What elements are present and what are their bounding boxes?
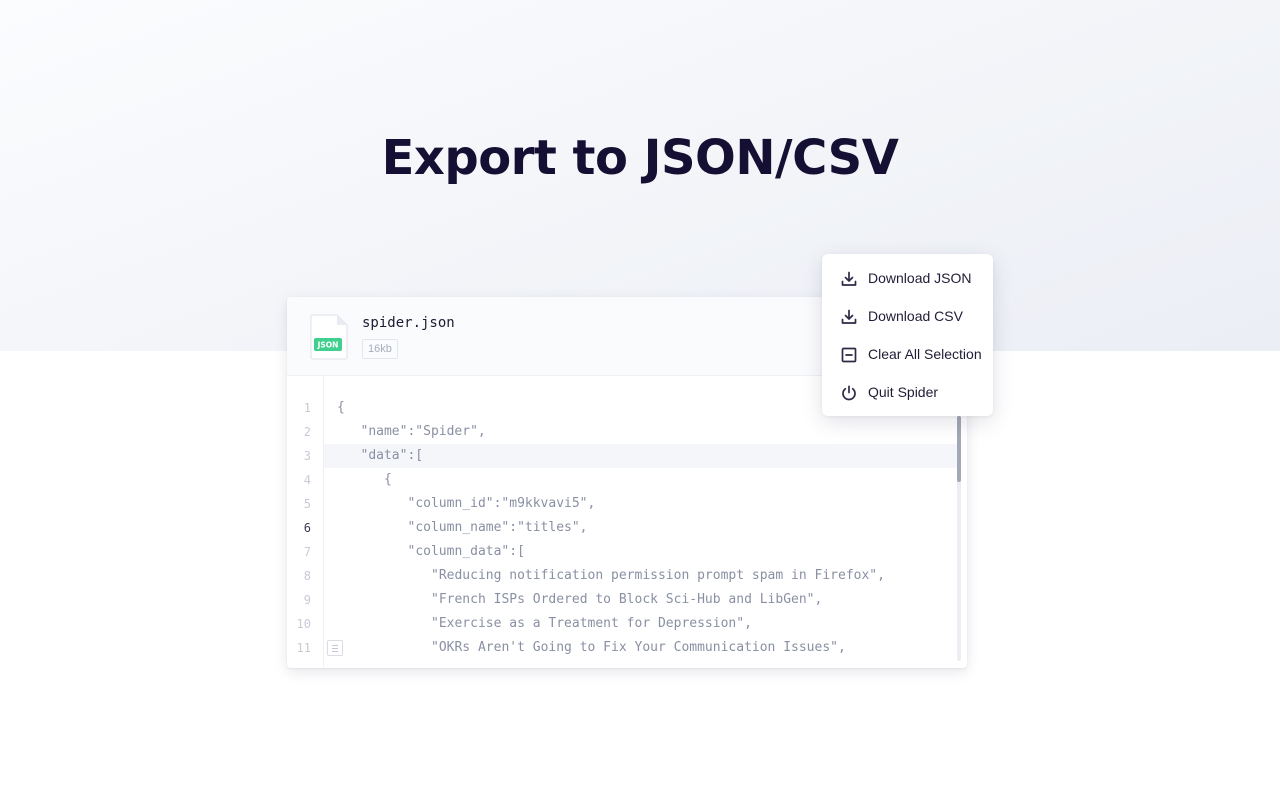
code-text: "data":[ bbox=[360, 448, 424, 463]
code-line[interactable]: 6 "column_name":"titles", bbox=[287, 516, 957, 540]
menu-item-label: Download JSON bbox=[868, 270, 972, 286]
code-text: "Reducing notification permission prompt… bbox=[431, 568, 885, 583]
download-icon bbox=[841, 309, 857, 324]
line-number: 1 bbox=[303, 401, 311, 415]
menu-item-label: Quit Spider bbox=[868, 384, 939, 400]
file-name: spider.json bbox=[362, 315, 455, 331]
code-text: "column_data":[ bbox=[407, 544, 525, 559]
code-text: { bbox=[384, 472, 392, 487]
code-lines: 1{2 "name":"Spider", 3 "data":[4{5 "column_i… bbox=[287, 396, 957, 660]
code-text: "OKRs Aren't Going to Fix Your Communica… bbox=[431, 640, 846, 655]
line-number: 2 bbox=[303, 425, 311, 439]
code-text: { bbox=[337, 400, 345, 415]
export-context-menu: Download JSON Download CSV Clear All Sel… bbox=[822, 254, 993, 416]
line-number: 9 bbox=[303, 593, 311, 607]
code-line[interactable]: 3 "data":[ bbox=[287, 444, 957, 468]
json-file-icon: JSON bbox=[310, 314, 348, 360]
line-number: 6 bbox=[303, 521, 311, 535]
page-title: Export to JSON/CSV bbox=[381, 130, 899, 186]
code-text: "name":"Spider", bbox=[360, 424, 486, 439]
code-line[interactable]: 8 "Reducing notification permission promp… bbox=[287, 564, 957, 588]
code-line[interactable]: 4{ bbox=[287, 468, 957, 492]
line-number: 4 bbox=[303, 473, 311, 487]
quit-spider-menu-item[interactable]: Quit Spider bbox=[822, 373, 993, 411]
line-number: 5 bbox=[303, 497, 311, 511]
power-icon bbox=[842, 385, 856, 401]
code-line[interactable]: 2 "name":"Spider", bbox=[287, 420, 957, 444]
download-json-menu-item[interactable]: Download JSON bbox=[822, 259, 993, 297]
file-size-badge: 16kb bbox=[362, 339, 398, 359]
line-number: 10 bbox=[296, 617, 311, 631]
minus-square-icon bbox=[841, 347, 857, 363]
code-line[interactable]: 11 "OKRs Aren't Going to Fix Your Communi… bbox=[287, 636, 957, 660]
clear-all-selection-menu-item[interactable]: Clear All Selection bbox=[822, 335, 993, 373]
code-line[interactable]: 7 "column_data":[ bbox=[287, 540, 957, 564]
json-badge-text: JSON bbox=[317, 341, 339, 350]
download-csv-menu-item[interactable]: Download CSV bbox=[822, 297, 993, 335]
code-text: "Exercise as a Treatment for Depression"… bbox=[431, 616, 752, 631]
line-number: 7 bbox=[303, 545, 311, 559]
download-icon bbox=[841, 271, 857, 286]
code-line[interactable]: 9 "French ISPs Ordered to Block Sci-Hub a… bbox=[287, 588, 957, 612]
menu-item-label: Download CSV bbox=[868, 308, 963, 324]
menu-item-label: Clear All Selection bbox=[868, 346, 982, 362]
code-text: "French ISPs Ordered to Block Sci-Hub an… bbox=[431, 592, 823, 607]
line-number: 11 bbox=[296, 641, 311, 655]
code-text: "column_id":"m9kkvavi5", bbox=[407, 496, 596, 511]
code-line[interactable]: 10 "Exercise as a Treatment for Depressio… bbox=[287, 612, 957, 636]
line-number: 8 bbox=[303, 569, 311, 583]
code-area[interactable]: 1{2 "name":"Spider", 3 "data":[4{5 "column_i… bbox=[287, 376, 967, 668]
code-line[interactable]: 5 "column_id":"m9kkvavi5", bbox=[287, 492, 957, 516]
code-text: "column_name":"titles", bbox=[407, 520, 588, 535]
vertical-scrollbar[interactable] bbox=[957, 416, 961, 661]
scrollbar-thumb[interactable] bbox=[957, 416, 961, 482]
line-number: 3 bbox=[303, 449, 311, 463]
fold-icon[interactable] bbox=[327, 640, 343, 656]
